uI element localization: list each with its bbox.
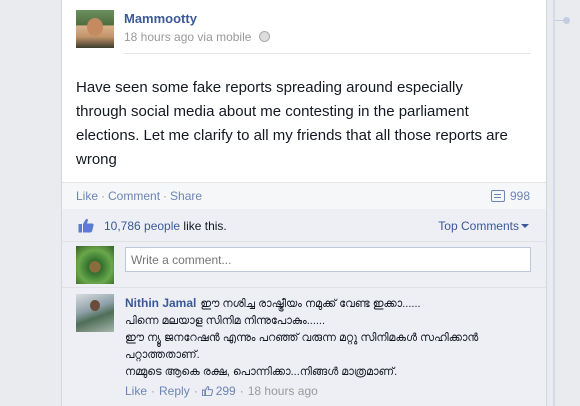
comment-like-count[interactable]: 299 bbox=[216, 384, 236, 398]
comment-time[interactable]: 18 hours ago bbox=[248, 384, 318, 398]
feedback-section: 10,786 people like this. Top Comments Ni… bbox=[62, 209, 546, 406]
globe-icon[interactable] bbox=[258, 31, 270, 42]
thumbs-up-icon bbox=[78, 218, 94, 233]
post-via: via mobile bbox=[197, 30, 252, 44]
separator-dot: · bbox=[193, 384, 198, 398]
comment-text-line: ഈ നശിച്ച രാഷ്ട്രീയം നമുക്ക് വേണ്ട ഇക്കാ.… bbox=[200, 298, 421, 310]
comment-body: Nithin Jamal ഈ നശിച്ച രാഷ്ട്രീയം നമുക്ക് … bbox=[125, 295, 535, 381]
separator-dot: · bbox=[151, 384, 156, 398]
comment-reply-link[interactable]: Reply bbox=[159, 384, 190, 398]
share-count-icon bbox=[490, 190, 505, 202]
comment-text-line: പറ്റാത്തതാണ്. bbox=[125, 349, 200, 361]
caret-down-icon bbox=[521, 224, 529, 228]
likes-suffix: like this. bbox=[180, 219, 227, 233]
post-time[interactable]: 18 hours ago bbox=[124, 30, 194, 44]
comment-actions: Like · Reply · 299 · 18 hours ago bbox=[125, 384, 318, 398]
commenter-avatar[interactable] bbox=[76, 294, 114, 332]
comment-link[interactable]: Comment bbox=[108, 189, 160, 203]
post-card: Mammootty 18 hours ago via mobile Have s… bbox=[61, 0, 547, 406]
author-name[interactable]: Mammootty bbox=[124, 11, 197, 26]
comment-text-line: ഈ ന്യൂ ജനറേഷൻ എന്നും പറഞ്ഞ് വരുന്ന മറ്റു… bbox=[125, 332, 479, 344]
like-link[interactable]: Like bbox=[76, 189, 98, 203]
separator-dot: · bbox=[101, 189, 106, 203]
likes-summary: 10,786 people like this. bbox=[104, 219, 227, 233]
separator-dot: · bbox=[163, 189, 168, 203]
viewer-avatar bbox=[76, 246, 114, 284]
likes-count-link[interactable]: 10,786 people bbox=[104, 219, 180, 233]
separator-dot: · bbox=[239, 384, 244, 398]
comment-text-line: നമ്മുടെ ആകെ രക്ഷ, പൊന്നിക്കാ...നിങ്ങൾ മാ… bbox=[125, 366, 398, 378]
post-text: Have seen some fake reports spreading ar… bbox=[76, 79, 508, 168]
share-count-value: 998 bbox=[509, 189, 530, 203]
comment-text-line: പിന്നെ മലയാള സിനിമ നിന്നുപോകും...... bbox=[125, 315, 326, 327]
thumbs-up-icon bbox=[201, 386, 213, 396]
post-actions-bar: Like · Comment · Share 998 bbox=[62, 182, 546, 209]
post-actions: Like · Comment · Share bbox=[76, 189, 202, 203]
share-link[interactable]: Share bbox=[170, 189, 202, 203]
post-meta: 18 hours ago via mobile bbox=[124, 30, 270, 44]
comment-like-link[interactable]: Like bbox=[125, 384, 147, 398]
likes-row: 10,786 people like this. Top Comments bbox=[62, 209, 546, 242]
timeline-spine bbox=[553, 0, 555, 406]
comment-item: Nithin Jamal ഈ നശിച്ച രാഷ്ട്രീയം നമുക്ക് … bbox=[62, 289, 546, 406]
header-divider bbox=[124, 53, 531, 54]
top-comments-label: Top Comments bbox=[438, 219, 519, 233]
timeline-dot bbox=[563, 17, 570, 24]
comment-line: Nithin Jamal ഈ നശിച്ച രാഷ്ട്രീയം നമുക്ക് … bbox=[125, 295, 535, 313]
comment-composer bbox=[62, 242, 546, 288]
share-count[interactable]: 998 bbox=[490, 189, 530, 203]
commenter-name[interactable]: Nithin Jamal bbox=[125, 296, 196, 310]
author-avatar[interactable] bbox=[76, 10, 114, 48]
top-comments-dropdown[interactable]: Top Comments bbox=[438, 219, 529, 233]
comment-input[interactable] bbox=[125, 247, 531, 272]
